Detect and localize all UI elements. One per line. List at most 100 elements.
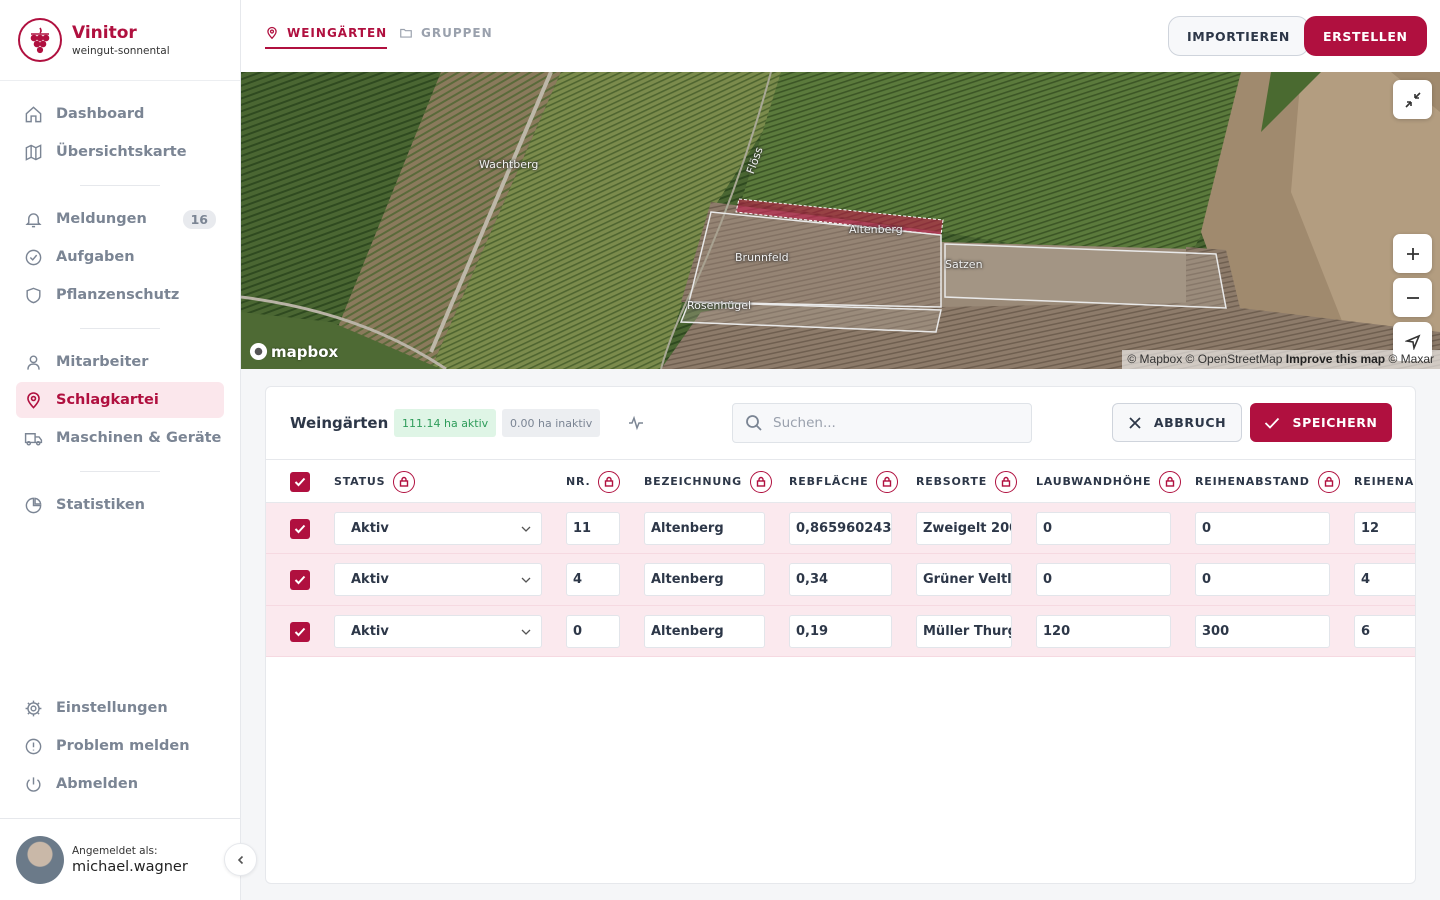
status-value: Aktiv — [351, 572, 389, 587]
save-button[interactable]: SPEICHERN — [1250, 403, 1392, 442]
chevron-down-icon — [521, 577, 531, 583]
sidebar-item-logout[interactable]: Abmelden — [16, 766, 224, 802]
attribution-copyright[interactable]: © Mapbox © OpenStreetMap — [1127, 352, 1282, 366]
sidebar-item-overview-map[interactable]: Übersichtskarte — [16, 134, 224, 170]
collapse-sidebar-button[interactable] — [224, 843, 257, 876]
notification-count-badge: 16 — [182, 209, 216, 229]
import-button[interactable]: IMPORTIEREN — [1168, 16, 1309, 56]
sidebar-item-machines[interactable]: Maschinen & Geräte — [16, 420, 224, 456]
table-row[interactable]: Aktiv 4 Altenberg 0,34 Grüner Veltliner … — [266, 554, 1415, 606]
sidebar-item-statistics[interactable]: Statistiken — [16, 487, 224, 523]
sidebar-item-notifications[interactable]: Meldungen 16 — [16, 201, 224, 237]
checkmark-icon — [294, 477, 306, 487]
column-header-nr[interactable]: NR. — [566, 460, 621, 503]
sidebar-item-report-problem[interactable]: Problem melden — [16, 728, 224, 764]
lock-icon[interactable] — [749, 470, 772, 493]
variety-field[interactable]: Müller Thurgau — [916, 615, 1012, 648]
map-icon — [25, 143, 42, 161]
table-row[interactable]: Aktiv 0 Altenberg 0,19 Müller Thurgau 12… — [266, 606, 1415, 657]
area-field[interactable]: 0,865960243 — [789, 512, 892, 545]
sidebar-item-schlagkartei[interactable]: Schlagkartei — [16, 382, 224, 418]
fullscreen-button[interactable] — [1393, 80, 1432, 119]
variety-field[interactable]: Grüner Veltliner — [916, 563, 1012, 596]
tab-gruppen[interactable]: GRUPPEN — [399, 26, 493, 47]
row-checkbox[interactable] — [290, 570, 310, 590]
area-field[interactable]: 0,19 — [789, 615, 892, 648]
chevron-down-icon — [521, 629, 531, 635]
top-bar: WEINGÄRTEN GRUPPEN IMPORTIEREN ERSTELLEN — [241, 0, 1440, 72]
map-label: Brunnfeld — [735, 251, 789, 264]
tab-label: WEINGÄRTEN — [287, 26, 388, 40]
name-field[interactable]: Altenberg — [644, 512, 765, 545]
lock-icon[interactable] — [1317, 470, 1340, 493]
sidebar-item-tasks[interactable]: Aufgaben — [16, 239, 224, 275]
column-header-status[interactable]: STATUS — [334, 460, 416, 503]
row-checkbox[interactable] — [290, 622, 310, 642]
lock-icon[interactable] — [876, 470, 899, 493]
name-field[interactable]: Altenberg — [644, 563, 765, 596]
height-field[interactable]: 0 — [1036, 512, 1171, 545]
spacing-field[interactable]: 0 — [1195, 563, 1330, 596]
improve-map-link[interactable]: Improve this map — [1286, 352, 1385, 366]
tab-weingaerten[interactable]: WEINGÄRTEN — [265, 26, 388, 49]
zoom-out-button[interactable] — [1393, 278, 1432, 317]
lock-icon[interactable] — [995, 470, 1018, 493]
avatar[interactable] — [16, 835, 64, 884]
sidebar-item-label: Problem melden — [56, 738, 190, 754]
column-header-reihenanzahl[interactable]: REIHENANZAHL — [1354, 460, 1415, 503]
create-button[interactable]: ERSTELLEN — [1304, 16, 1427, 56]
attribution-maxar[interactable]: © Maxar — [1388, 352, 1434, 366]
sidebar-item-plant-protection[interactable]: Pflanzenschutz — [16, 277, 224, 313]
column-header-reihenabstand[interactable]: REIHENABSTAND — [1195, 460, 1340, 503]
check-circle-icon — [25, 249, 42, 265]
mapbox-logo[interactable]: mapbox — [249, 342, 338, 361]
activity-toggle[interactable] — [628, 415, 644, 435]
grape-logo-icon — [18, 18, 62, 62]
status-select[interactable]: Aktiv — [334, 563, 542, 596]
lock-icon[interactable] — [393, 470, 416, 493]
status-select[interactable]: Aktiv — [334, 615, 542, 648]
zoom-in-button[interactable] — [1393, 234, 1432, 273]
satellite-map[interactable]: Wachtberg Flöss Altenberg Brunnfeld Satz… — [241, 72, 1440, 369]
navigation-arrow-icon — [1404, 334, 1420, 350]
sidebar-item-settings[interactable]: Einstellungen — [16, 690, 224, 726]
area-field[interactable]: 0,34 — [789, 563, 892, 596]
spacing-field[interactable]: 300 — [1195, 615, 1330, 648]
column-header-bezeichnung[interactable]: BEZEICHNUNG — [644, 460, 772, 503]
sidebar-item-dashboard[interactable]: Dashboard — [16, 96, 224, 132]
height-field[interactable]: 0 — [1036, 563, 1171, 596]
height-field[interactable]: 120 — [1036, 615, 1171, 648]
row-count-field[interactable]: 6 — [1354, 615, 1415, 648]
spacing-field[interactable]: 0 — [1195, 512, 1330, 545]
nr-field[interactable]: 11 — [566, 512, 620, 545]
username: michael.wagner — [72, 858, 188, 875]
search-input[interactable] — [773, 415, 1013, 431]
column-label: BEZEICHNUNG — [644, 475, 742, 488]
map-label: Satzen — [945, 258, 983, 271]
row-count-field[interactable]: 4 — [1354, 563, 1415, 596]
column-header-rebsorte[interactable]: REBSORTE — [916, 460, 1018, 503]
card-title: Weingärten — [290, 414, 389, 432]
nr-field[interactable]: 4 — [566, 563, 620, 596]
column-header-rebflaeche[interactable]: REBFLÄCHE — [789, 460, 899, 503]
lock-icon[interactable] — [1159, 470, 1182, 493]
variety-field[interactable]: Zweigelt 2000 — [916, 512, 1012, 545]
cancel-button[interactable]: ABBRUCH — [1112, 403, 1242, 442]
brand[interactable]: Vinitor weingut-sonnental — [0, 0, 240, 81]
minus-icon — [1406, 296, 1419, 299]
select-all-checkbox[interactable] — [290, 472, 310, 492]
column-header-laubwandhoehe[interactable]: LAUBWANDHÖHE — [1036, 460, 1182, 503]
nr-field[interactable]: 0 — [566, 615, 620, 648]
satellite-imagery — [241, 72, 1440, 369]
sidebar-item-label: Statistiken — [56, 497, 146, 513]
column-label: REBSORTE — [916, 475, 988, 488]
lock-icon[interactable] — [598, 470, 621, 493]
table-row[interactable]: Aktiv 11 Altenberg 0,865960243 Zweigelt … — [266, 503, 1415, 554]
sidebar-item-label: Abmelden — [56, 776, 139, 792]
status-select[interactable]: Aktiv — [334, 512, 542, 545]
status-value: Aktiv — [351, 624, 389, 639]
row-checkbox[interactable] — [290, 519, 310, 539]
name-field[interactable]: Altenberg — [644, 615, 765, 648]
sidebar-item-employees[interactable]: Mitarbeiter — [16, 344, 224, 380]
row-count-field[interactable]: 12 — [1354, 512, 1415, 545]
